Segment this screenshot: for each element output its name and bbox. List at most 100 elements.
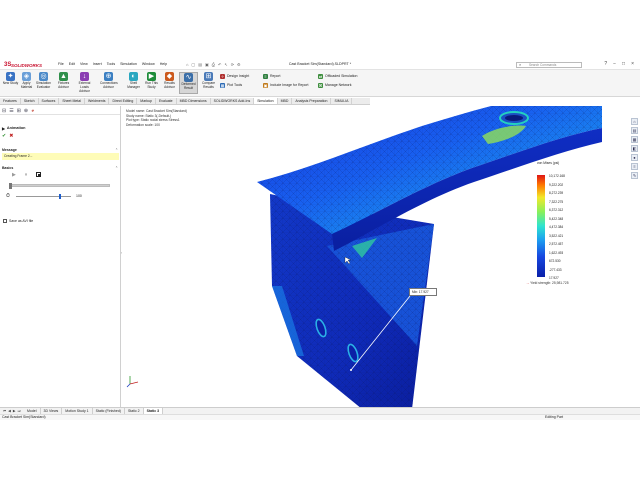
stress-ring-top — [505, 115, 523, 121]
new-study-button[interactable]: ✦ New Study — [2, 72, 19, 94]
search-input[interactable]: ⌕ Search Commands — [516, 62, 582, 68]
include-image-button[interactable]: ▣ Include Image for Report — [263, 82, 309, 88]
play-icon[interactable]: ▶ — [12, 172, 16, 178]
axis-triad[interactable] — [126, 374, 140, 388]
appearances-icon[interactable]: ● — [631, 154, 638, 161]
yield-arrow-icon: → — [526, 281, 530, 285]
deformed-result-button[interactable]: ∿ Deformed Result — [179, 72, 198, 94]
save-avi-option[interactable]: Save as AVI file — [3, 219, 33, 223]
tab-features[interactable]: Features — [0, 98, 21, 104]
frame-slider-thumb[interactable] — [9, 183, 12, 189]
simulation-evaluator-button[interactable]: ◎ Simulation Evaluator — [35, 72, 52, 94]
help-icon[interactable]: ? — [604, 61, 607, 67]
tab-addins[interactable]: SOLIDWORKS Add-Ins — [211, 98, 255, 104]
feature-manager-icon[interactable]: ⊟ — [2, 108, 6, 114]
frames-slider[interactable] — [16, 196, 71, 197]
dim-xpert-icon[interactable]: ⊕ — [24, 108, 28, 114]
frames-slider-thumb[interactable] — [59, 194, 61, 199]
external-loads-advisor-label: External Loads Advisor — [78, 81, 91, 93]
solidworks-resources-icon[interactable]: ⌂ — [631, 118, 638, 125]
offloaded-simulation-button[interactable]: ⇄ Offloaded Simulation — [318, 73, 357, 79]
offloaded-simulation-label: Offloaded Simulation — [325, 74, 358, 78]
view-palette-icon[interactable]: ◧ — [631, 145, 638, 152]
legend-ticks: 10,172.168 9,222.202 8,272.239 7,322.275… — [549, 172, 565, 283]
legend-tick: 2,572.457 — [549, 242, 564, 246]
display-manager-icon[interactable]: ◕ — [31, 108, 34, 114]
frame-slider[interactable] — [9, 183, 110, 189]
close-icon[interactable]: × — [631, 61, 634, 67]
probe-point — [350, 369, 352, 371]
window-controls: ? − □ × — [604, 61, 634, 67]
tab-mbd[interactable]: MBD — [278, 98, 293, 104]
include-image-icon: ▣ — [263, 82, 268, 88]
message-box: Creating Frame 2... — [2, 153, 119, 160]
minimize-icon[interactable]: − — [613, 61, 616, 67]
frames-icon: ⏱ — [6, 193, 10, 199]
legend-tick: 8,272.239 — [549, 191, 564, 195]
tab-simulia[interactable]: SIMULIA — [331, 98, 353, 104]
fixtures-advisor-button[interactable]: ▲ Fixtures Advisor — [55, 72, 72, 94]
tab-direct-editing[interactable]: Direct Editing — [109, 98, 138, 104]
configuration-manager-icon[interactable]: ⊞ — [17, 108, 21, 114]
report-button[interactable]: ≡ Report — [263, 73, 281, 79]
results-advisor-button[interactable]: ◆ Results Advisor — [161, 72, 178, 94]
status-document: Cast Bracket Sim(Standard) — [2, 415, 46, 419]
tab-mbd-dimensions[interactable]: MBD Dimensions — [177, 98, 211, 104]
manage-network-label: Manage Network — [325, 83, 352, 87]
results-advisor-icon: ◆ — [165, 72, 174, 81]
tab-markup[interactable]: Markup — [137, 98, 156, 104]
shell-manager-label: Shell Manager — [127, 81, 140, 89]
tab-surfaces[interactable]: Surfaces — [39, 98, 60, 104]
custom-properties-icon[interactable]: ≡ — [631, 163, 638, 170]
manager-tabs: ⊟ ☰ ⊞ ⊕ ◕ — [0, 106, 120, 115]
manage-network-icon: ⌘ — [318, 82, 323, 88]
pm-title: ▶ Animation — [2, 126, 25, 131]
tab-sheet-metal[interactable]: Sheet Metal — [59, 98, 86, 104]
connections-advisor-icon: ⊕ — [104, 72, 113, 81]
frames-value[interactable]: 100 — [76, 194, 82, 198]
design-insight-button[interactable]: ✧ Design Insight — [220, 73, 249, 79]
ok-check-icon[interactable]: ✔ — [2, 133, 6, 139]
compare-results-button[interactable]: ⊞ Compare Results — [200, 72, 217, 94]
deformed-result-label: Deformed Result — [181, 82, 196, 90]
tab-evaluate[interactable]: Evaluate — [156, 98, 177, 104]
yield-strength-label: → Yield strength: 25,981.725 — [526, 281, 569, 285]
stop-button[interactable] — [36, 172, 42, 177]
maximize-icon[interactable]: □ — [622, 61, 625, 67]
plot-tools-button[interactable]: ▦ Plot Tools — [220, 82, 242, 88]
search-icon: ⌕ — [519, 62, 522, 67]
chevron-up-icon: ⌃ — [115, 166, 118, 170]
play-pause-icon[interactable]: ⏸ — [25, 172, 28, 178]
legend-tick: 9,222.202 — [549, 182, 564, 187]
save-avi-label: Save as AVI file — [9, 219, 34, 223]
save-avi-checkbox[interactable] — [3, 219, 7, 223]
stress-color-bar[interactable] — [537, 175, 545, 277]
bottom-tabs: ⏮ ◀ ▶ ⏭ Model 3D Views Motion Study 1 St… — [0, 407, 640, 414]
legend-tick: 10,172.168 — [549, 174, 565, 178]
report-icon: ≡ — [263, 73, 268, 79]
legend-tick: 1,622.493 — [549, 250, 564, 255]
external-loads-advisor-button[interactable]: ↓ External Loads Advisor — [76, 72, 93, 94]
message-section-header[interactable]: Message ⌃ — [2, 148, 119, 152]
tab-weldments[interactable]: Weldments — [85, 98, 110, 104]
file-explorer-icon[interactable]: ▦ — [631, 136, 638, 143]
graphics-viewport[interactable]: Model name: Cast Bracket Sim(Standard) S… — [122, 106, 630, 409]
apply-material-button[interactable]: ◈ Apply Material — [18, 72, 35, 94]
property-manager-icon[interactable]: ☰ — [9, 108, 13, 114]
shell-manager-button[interactable]: ◐ Shell Manager — [125, 72, 142, 94]
legend-tick: 672.530 — [549, 259, 561, 263]
solidworks-forum-icon[interactable]: ✎ — [631, 172, 638, 179]
run-study-label: Run This Study — [145, 81, 158, 89]
design-library-icon[interactable]: ▤ — [631, 127, 638, 134]
manage-network-button[interactable]: ⌘ Manage Network — [318, 82, 351, 88]
probe-label[interactable]: Min: 17.927 — [409, 288, 437, 296]
tab-simulation[interactable]: Simulation — [254, 98, 278, 104]
tab-sketch[interactable]: Sketch — [21, 98, 39, 104]
basics-section-header[interactable]: Basics ⌃ — [2, 166, 119, 170]
run-study-button[interactable]: ▶ Run This Study — [143, 72, 160, 94]
message-header-label: Message — [2, 148, 17, 152]
shell-manager-icon: ◐ — [129, 72, 138, 81]
connections-advisor-button[interactable]: ⊕ Connections Advisor — [100, 72, 118, 94]
tab-analysis-preparation[interactable]: Analysis Preparation — [292, 98, 332, 104]
cancel-x-icon[interactable]: ✖ — [9, 133, 13, 139]
